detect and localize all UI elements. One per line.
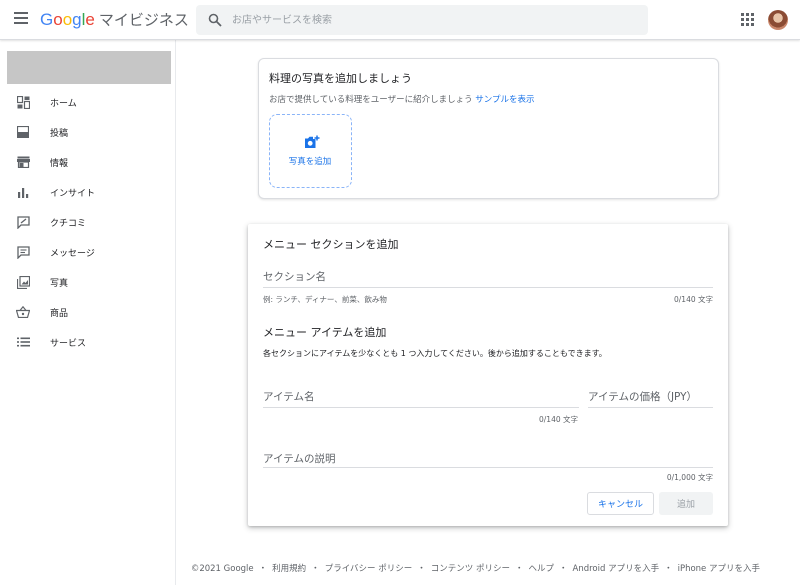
card-subtitle: お店で提供している料理をユーザーに紹介しましょう サンプルを表示	[269, 93, 535, 105]
section-name-counter: 0/140 文字	[674, 295, 713, 304]
sidebar-item-info[interactable]: 情報	[0, 147, 176, 177]
posts-icon	[16, 125, 30, 139]
item-price-input[interactable]	[588, 386, 713, 408]
sidebar-item-posts[interactable]: 投稿	[0, 117, 176, 147]
footer-link-privacy[interactable]: プライバシー ポリシー	[325, 564, 413, 574]
logo-letter: e	[85, 10, 95, 29]
logo-letter: o	[62, 10, 73, 29]
show-sample-link[interactable]: サンプルを表示	[475, 95, 534, 105]
review-icon	[16, 215, 30, 229]
sidebar-item-label: インサイト	[50, 188, 96, 199]
footer-separator: ・	[417, 564, 426, 574]
sidebar-item-label: 商品	[50, 308, 69, 319]
footer-copyright: ©2021 Google	[190, 564, 254, 574]
add-button[interactable]: 追加	[659, 492, 713, 515]
footer-separator: ・	[311, 564, 320, 574]
footer-separator: ・	[514, 564, 524, 574]
footer-separator: ・	[258, 564, 268, 574]
sidebar-item-label: 写真	[50, 278, 69, 289]
google-my-business-logo[interactable]: Google マイビジネス	[40, 9, 189, 31]
dialog-title: メニュー セクションを追加	[263, 238, 399, 251]
item-description-input[interactable]	[263, 450, 713, 468]
add-photo-button[interactable]: 写真を追加	[269, 114, 352, 188]
search-bar	[196, 5, 648, 35]
sidebar-item-label: サービス	[50, 338, 87, 349]
sidebar-item-messages[interactable]: メッセージ	[0, 237, 176, 267]
sidebar-item-insights[interactable]: インサイト	[0, 177, 176, 207]
sidebar-item-services[interactable]: サービス	[0, 327, 176, 357]
cancel-button[interactable]: キャンセル	[587, 492, 654, 515]
footer-link-iphone-app[interactable]: iPhone アプリを入手	[678, 564, 760, 574]
food-photo-card: 料理の写真を追加しましょう お店で提供している料理をユーザーに紹介しましょう サ…	[258, 58, 719, 199]
item-name-input[interactable]	[263, 386, 579, 408]
sidebar-item-reviews[interactable]: クチコミ	[0, 207, 176, 237]
sidebar-item-label: ホーム	[50, 98, 77, 109]
footer-separator: ・	[558, 564, 568, 574]
footer: ©2021 Google ・利用規約・プライバシー ポリシー・コンテンツ ポリシー…	[176, 562, 800, 574]
search-icon[interactable]	[208, 13, 222, 27]
bar-chart-icon	[16, 185, 30, 199]
add-photo-label: 写真を追加	[288, 157, 332, 167]
sidebar-item-label: 投稿	[50, 128, 69, 139]
apps-grid-icon[interactable]	[741, 13, 755, 27]
sidebar-item-products[interactable]: 商品	[0, 297, 176, 327]
sidebar-item-label: クチコミ	[50, 218, 87, 229]
footer-link-help[interactable]: ヘルプ	[528, 564, 554, 574]
product-name: マイビジネス	[98, 11, 189, 29]
list-icon	[16, 335, 30, 349]
card-title: 料理の写真を追加しましょう	[269, 72, 412, 85]
logo-letter: G	[40, 10, 54, 29]
footer-link-terms[interactable]: 利用規約	[272, 564, 306, 574]
item-name-counter: 0/140 文字	[539, 415, 578, 424]
footer-separator: ・	[664, 564, 673, 574]
footer-link-android-app[interactable]: Android アプリを入手	[573, 564, 660, 574]
card-subtitle-text: お店で提供している料理をユーザーに紹介しましょう	[269, 95, 473, 105]
sidebar: ホーム 投稿 情報 インサイト クチコミ メッセージ 写真 商品 サービス	[0, 40, 176, 585]
hamburger-menu-icon[interactable]	[14, 12, 30, 28]
item-description-counter: 0/1,000 文字	[666, 473, 713, 482]
message-icon	[16, 245, 30, 259]
section-name-input[interactable]	[263, 266, 713, 288]
add-photo-icon	[305, 135, 320, 148]
sidebar-item-home[interactable]: ホーム	[0, 87, 176, 117]
dashboard-icon	[16, 95, 30, 109]
sidebar-item-photos[interactable]: 写真	[0, 267, 176, 297]
basket-icon	[16, 305, 30, 319]
search-input[interactable]	[232, 5, 632, 35]
sidebar-item-label: メッセージ	[50, 248, 95, 259]
add-item-title: メニュー アイテムを追加	[263, 326, 387, 339]
menu-section-dialog: メニュー セクションを追加 例: ランチ、ディナー、前菜、飲み物 0/140 文…	[248, 224, 728, 526]
main-content: 料理の写真を追加しましょう お店で提供している料理をユーザーに紹介しましょう サ…	[176, 40, 800, 585]
sidebar-nav: ホーム 投稿 情報 インサイト クチコミ メッセージ 写真 商品 サービス	[0, 87, 176, 357]
account-avatar[interactable]	[768, 10, 788, 30]
sidebar-item-label: 情報	[50, 158, 69, 169]
top-bar: Google マイビジネス	[0, 0, 800, 40]
logo-letter: o	[53, 10, 63, 29]
section-name-helper: 例: ランチ、ディナー、前菜、飲み物	[263, 295, 387, 304]
add-item-description: 各セクションにアイテムを少なくとも 1 つ入力してください。後から追加することも…	[263, 349, 607, 358]
business-name-placeholder[interactable]	[7, 51, 171, 84]
store-icon	[16, 155, 30, 169]
photos-icon	[16, 275, 30, 289]
footer-link-content-policy[interactable]: コンテンツ ポリシー	[431, 564, 510, 574]
logo-letter: g	[72, 10, 82, 29]
